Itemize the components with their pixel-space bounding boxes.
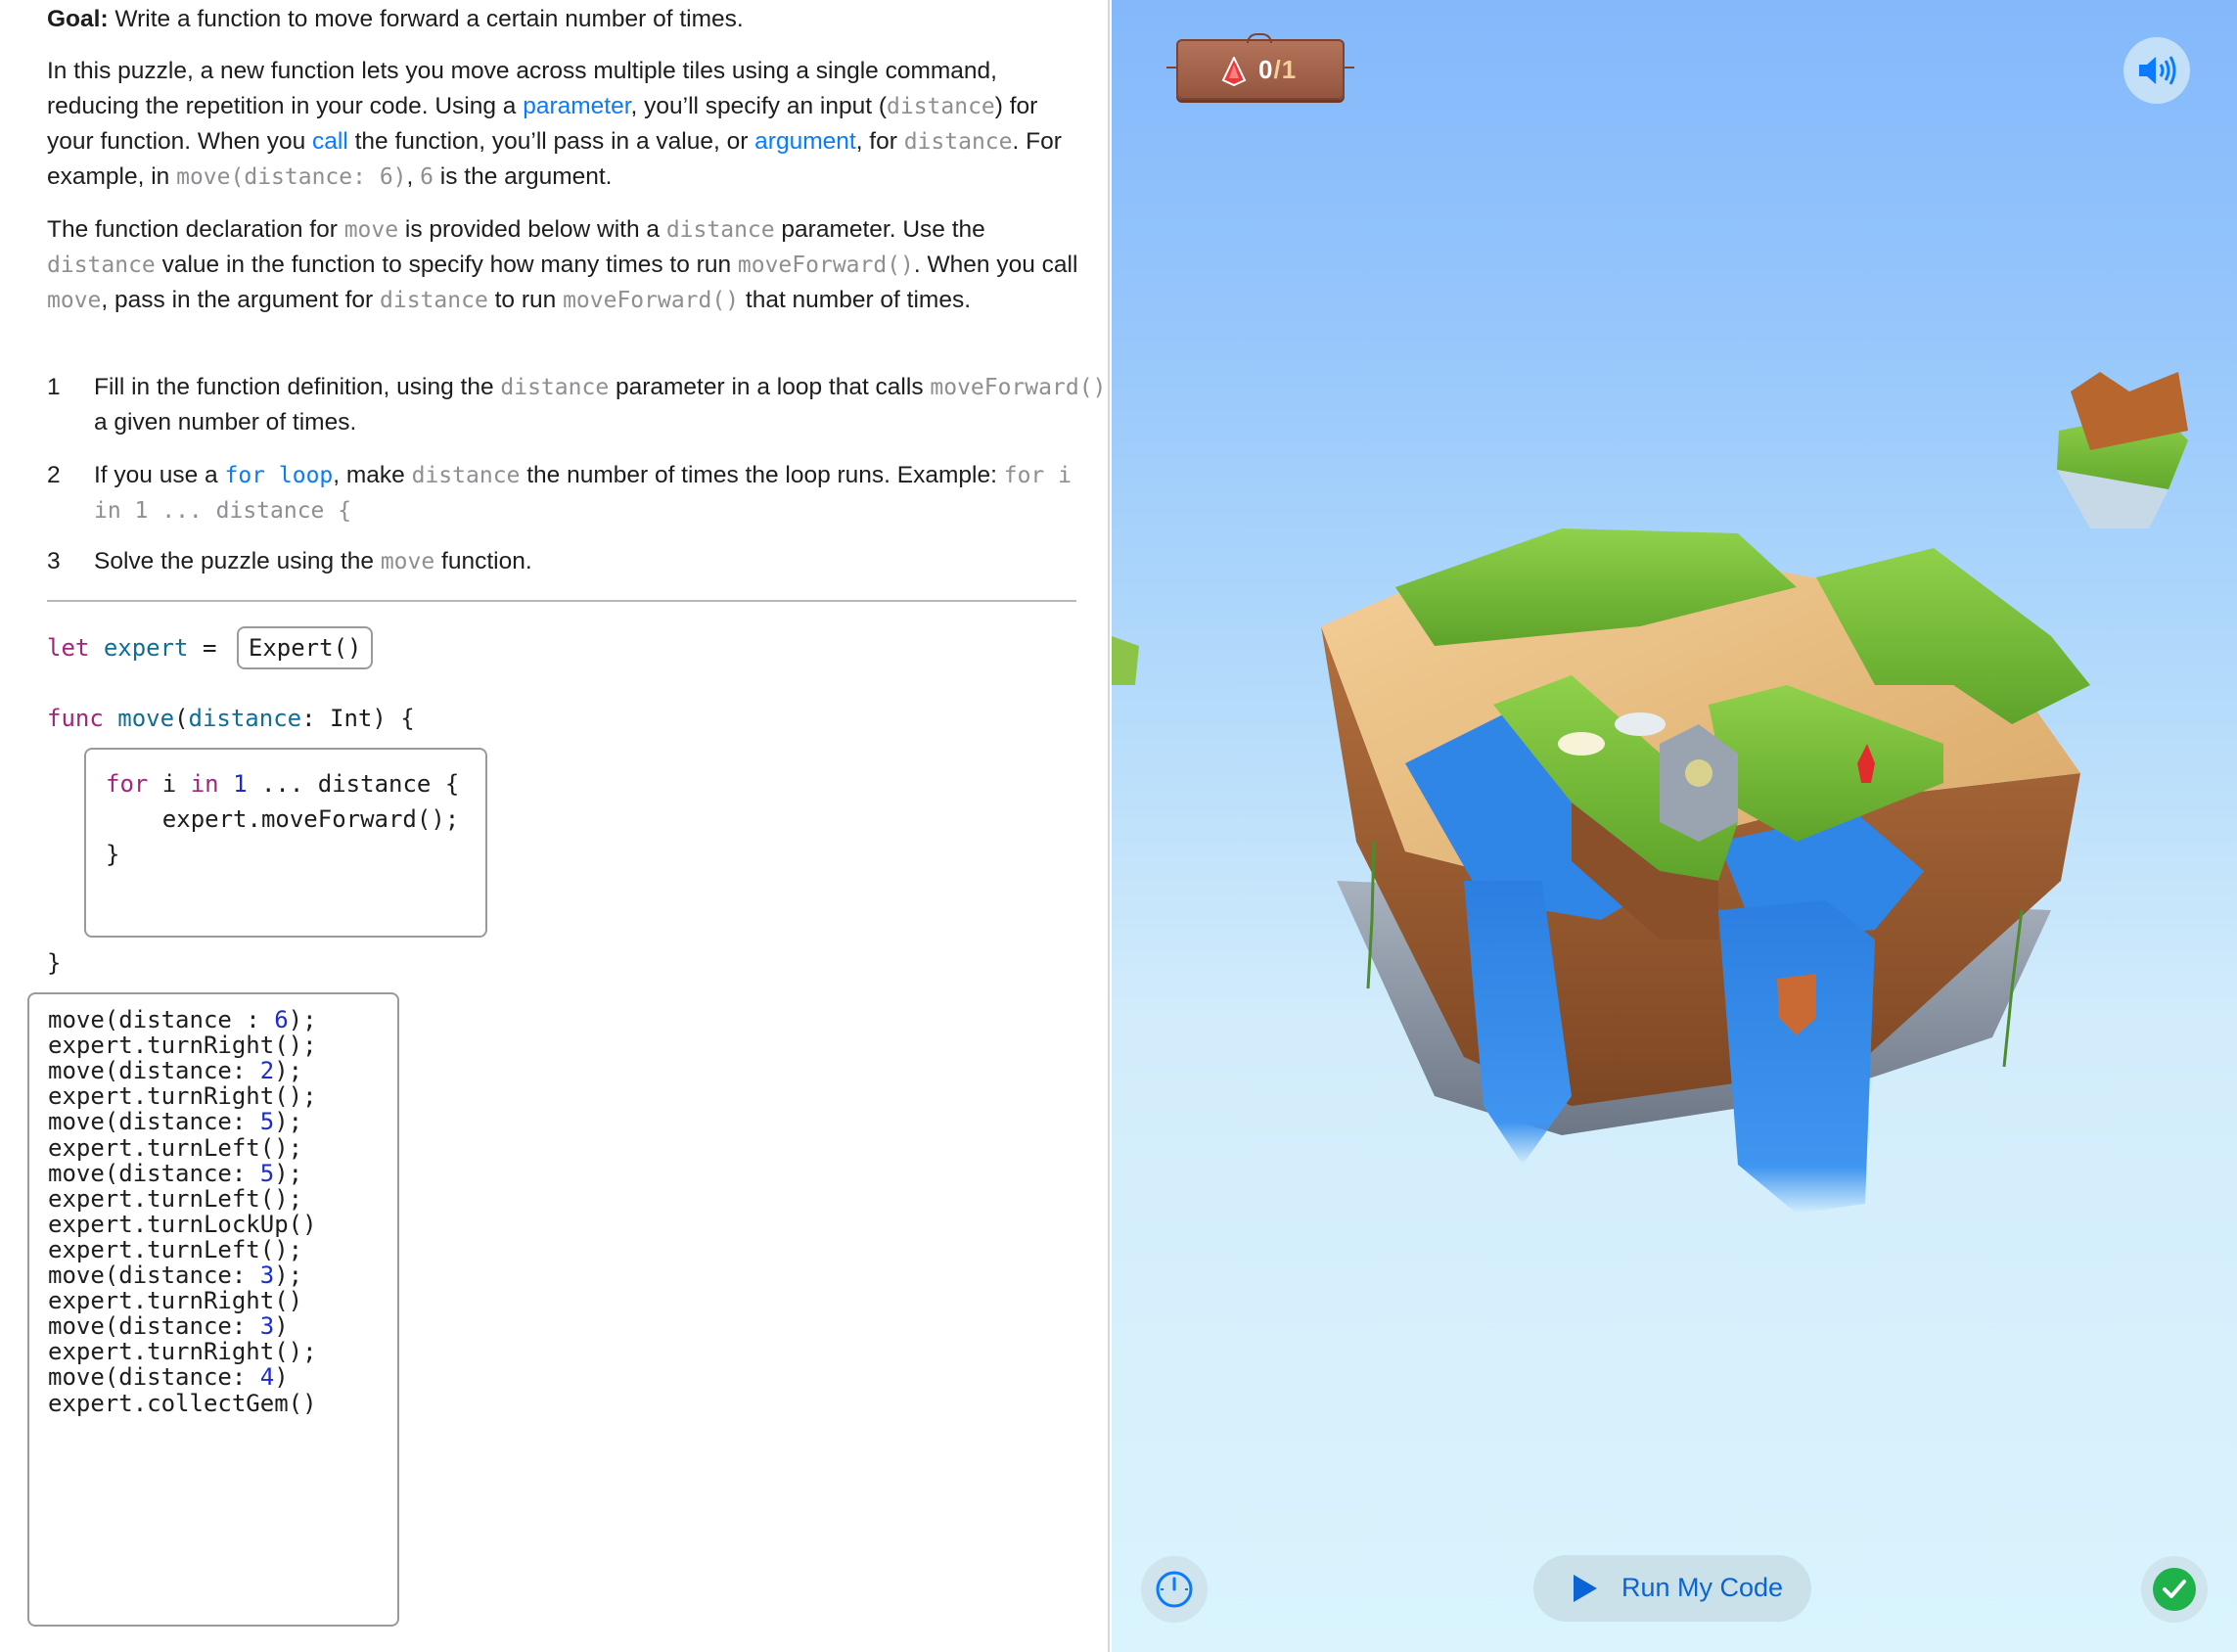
p2-text: The function declaration for <box>47 216 344 243</box>
code-line: } <box>106 841 120 868</box>
variable-name: expert <box>103 634 189 662</box>
function-body-editor[interactable]: for i in 1 ... distance { expert.moveFor… <box>84 748 487 938</box>
speed-button[interactable] <box>1141 1556 1208 1623</box>
inline-code: moveForward() <box>930 375 1107 400</box>
sign-bracket <box>1166 67 1178 69</box>
inline-code: move <box>343 217 399 243</box>
step-text-part: function. <box>434 548 532 574</box>
p2-text: value in the function to specify how man… <box>155 252 738 278</box>
code-line: expert.moveForward(); <box>106 805 460 833</box>
p1-text: , for <box>855 128 904 155</box>
step-text-part: the number of times the loop runs. Examp… <box>520 462 1004 488</box>
loop-variable: i <box>148 770 191 798</box>
p2-text: . When you call <box>913 252 1078 278</box>
let-declaration: let expert = Expert() <box>47 626 374 669</box>
code-line: for i in 1 ... distance { <box>106 766 459 802</box>
keyword-func: func <box>47 705 104 732</box>
step-text-part: Solve the puzzle using the <box>94 548 381 574</box>
p2-text: is provided below with a <box>398 216 666 243</box>
main-code-editor[interactable]: move(distance : 6); expert.turnRight(); mo… <box>27 992 399 1627</box>
range-rest: ... distance { <box>247 770 460 798</box>
code-text: expert.collectGem() <box>48 1389 317 1417</box>
p1-text: , <box>406 163 421 190</box>
goal-text: Goal: Write a function to move forward a… <box>47 2 1084 37</box>
gems-separator: / <box>1273 55 1282 84</box>
checkmark-icon <box>2163 1580 2186 1598</box>
inline-code: distance <box>887 94 995 119</box>
step-number: 3 <box>47 548 61 574</box>
check-circle <box>2153 1568 2196 1611</box>
run-my-code-button[interactable]: Run My Code <box>1533 1555 1811 1622</box>
run-button-label: Run My Code <box>1621 1573 1784 1602</box>
goal-label: Goal: <box>47 6 109 32</box>
hint-check-button[interactable] <box>2141 1556 2208 1623</box>
parameter-name: distance <box>188 705 302 732</box>
speaker-icon <box>2139 56 2176 85</box>
step-text-part: parameter in a loop that calls <box>609 374 931 400</box>
puzzle-world-view[interactable]: 0/1 Run My Code <box>1112 0 2237 1652</box>
inline-code: distance <box>903 129 1013 155</box>
inline-code: 6 <box>420 164 434 190</box>
sound-button[interactable] <box>2123 37 2190 104</box>
paren: ( <box>174 705 189 732</box>
inline-code: distance <box>380 288 488 313</box>
inline-code: move <box>47 288 102 313</box>
argument-link[interactable]: argument <box>754 128 856 155</box>
equals-sign: = <box>188 634 231 662</box>
gem-icon <box>1221 57 1247 86</box>
signature-rest: : Int) { <box>301 705 415 732</box>
gems-total: 1 <box>1281 55 1298 84</box>
step-number: 1 <box>47 374 61 400</box>
section-divider <box>47 600 1076 602</box>
gem-counter: 0/1 <box>1166 33 1354 100</box>
p1-text: is the argument. <box>434 163 613 190</box>
for-loop-link[interactable]: for loop <box>224 463 333 488</box>
expert-initializer-token[interactable]: Expert() <box>236 626 374 669</box>
parameter-link[interactable]: parameter <box>523 93 630 119</box>
speedometer-icon <box>1156 1571 1193 1608</box>
keyword-for: for <box>106 770 149 798</box>
inline-code: distance <box>47 252 156 278</box>
step-text-part: Fill in the function definition, using t… <box>94 374 501 400</box>
puzzle-world-illustration <box>1112 372 2188 1214</box>
inline-code: distance <box>500 375 610 400</box>
func-signature: func move(distance: Int) { <box>47 701 415 736</box>
function-name: move <box>117 705 175 732</box>
step-text-part: , make <box>333 462 412 488</box>
sign-hook <box>1247 33 1272 43</box>
p2-text: that number of times. <box>739 287 972 313</box>
keyword-in: in <box>190 770 219 798</box>
p2-text: to run <box>487 287 564 313</box>
p1-text: , you’ll specify an input ( <box>630 93 887 119</box>
gem-count-label: 0/1 <box>1258 55 1297 85</box>
goal-description: Write a function to move forward a certa… <box>108 6 744 32</box>
instructions-pane: Goal: Write a function to move forward a… <box>0 0 1110 1652</box>
number-literal: 1 <box>218 770 248 798</box>
step-number: 2 <box>47 462 61 488</box>
closing-brace: } <box>47 949 62 977</box>
step-text-part: If you use a <box>94 462 225 488</box>
play-icon <box>1574 1575 1597 1602</box>
inline-code: move <box>380 549 435 574</box>
call-link[interactable]: call <box>312 128 348 155</box>
keyword-let: let <box>47 634 90 662</box>
inline-code: distance <box>411 463 521 488</box>
sign-bracket <box>1343 67 1354 69</box>
inline-code: moveForward() <box>563 288 740 313</box>
p2-text: , pass in the argument for <box>101 287 381 313</box>
step-text: If you use a for loop, make distance the… <box>94 458 1112 528</box>
intro-paragraph-2: The function declaration for move is pro… <box>47 212 1084 318</box>
inline-code: move(distance: 6) <box>176 164 407 190</box>
step-text-part: a given number of times. <box>94 409 357 436</box>
step-text: Solve the puzzle using the move function… <box>94 544 1112 579</box>
p2-text: parameter. Use the <box>774 216 985 243</box>
inline-code: distance <box>665 217 775 243</box>
inline-code: moveForward() <box>737 252 914 278</box>
step-text: Fill in the function definition, using t… <box>94 370 1112 440</box>
gems-collected: 0 <box>1258 55 1274 84</box>
p1-text: the function, you’ll pass in a value, or <box>347 128 755 155</box>
intro-paragraph-1: In this puzzle, a new function lets you … <box>47 54 1084 195</box>
code-line: expert.collectGem() <box>48 1386 317 1421</box>
